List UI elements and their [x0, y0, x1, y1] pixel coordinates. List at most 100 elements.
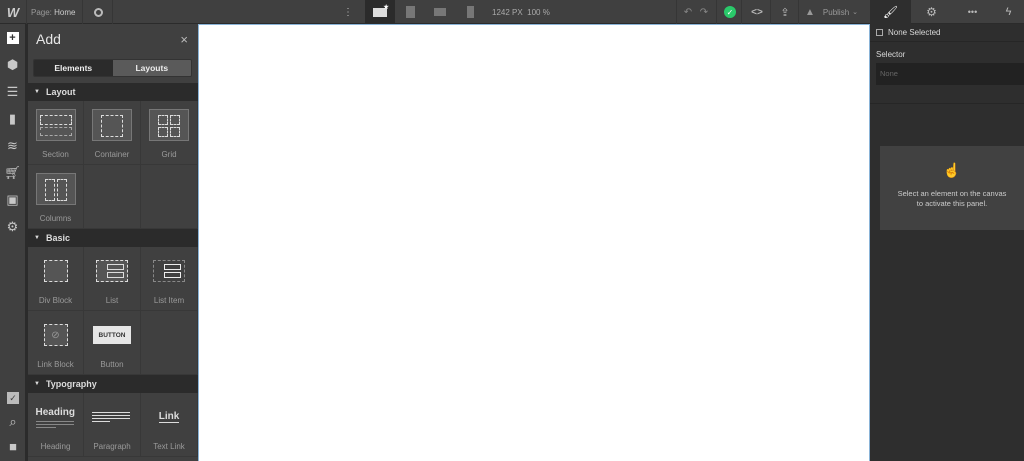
element-label: List: [105, 296, 119, 305]
cms-icon[interactable]: ≋: [0, 132, 25, 159]
element-heading[interactable]: Heading Heading: [28, 393, 84, 457]
tab-layouts[interactable]: Layouts: [112, 60, 191, 76]
div-block-icon: [36, 255, 76, 287]
element-text-link[interactable]: Link Text Link: [141, 393, 198, 457]
search-icon[interactable]: ⌕: [0, 410, 26, 434]
element-label: Button: [100, 360, 124, 369]
panel-title: Add: [36, 31, 61, 47]
empty-cell: [141, 165, 198, 229]
element-label: Paragraph: [93, 442, 131, 451]
preview-icon[interactable]: [88, 0, 108, 24]
element-label: Link Block: [37, 360, 74, 369]
webflow-logo[interactable]: W: [0, 0, 26, 24]
design-canvas[interactable]: [198, 24, 870, 461]
publish-label: Publish: [822, 7, 850, 17]
section-header-typography[interactable]: ▼ Typography: [28, 375, 198, 393]
element-div-block[interactable]: Div Block: [28, 247, 84, 311]
tab-interactions[interactable]: ϟ: [993, 0, 1024, 24]
rocket-icon: ▲: [805, 6, 815, 18]
canvas-width: 1242 PX: [492, 7, 523, 17]
element-label: Heading: [40, 442, 71, 451]
page-selector[interactable]: Page: Home: [31, 0, 75, 24]
element-label: Grid: [161, 150, 177, 159]
hand-pointer-icon: ☝: [943, 162, 961, 178]
link-preview: Link: [158, 411, 180, 423]
section-title: Typography: [45, 379, 97, 389]
chevron-down-icon: ⌄: [852, 9, 859, 16]
code-icon[interactable]: <>: [745, 0, 769, 24]
element-columns[interactable]: Columns: [28, 165, 84, 229]
selector-label: Selector: [876, 50, 906, 59]
ecommerce-icon[interactable]: 🛒︎: [0, 159, 25, 186]
empty-message-2: to activate this panel.: [916, 199, 988, 208]
container-icon: [92, 109, 132, 141]
empty-cell: [84, 165, 141, 229]
element-grid[interactable]: Grid: [141, 101, 198, 165]
pages-icon[interactable]: ▮: [0, 105, 25, 132]
element-label: Section: [42, 150, 69, 159]
mobile-landscape-breakpoint-button[interactable]: [425, 0, 455, 24]
text-link-icon: Link: [149, 401, 189, 433]
checkbox-icon[interactable]: [876, 29, 883, 36]
element-label: Container: [94, 150, 130, 159]
list-item-icon: [149, 255, 189, 287]
mobile-portrait-breakpoint-button[interactable]: [455, 0, 485, 24]
gear-icon: ⚙: [926, 5, 937, 19]
add-panel: Add × Elements Layouts ▼ Layout Section C…: [28, 24, 198, 461]
navigator-icon[interactable]: ☰: [0, 78, 25, 105]
page-name: Home: [54, 7, 76, 17]
list-icon: [92, 255, 132, 287]
publish-button[interactable]: ▲ Publish ⌄: [805, 0, 858, 24]
tab-style[interactable]: 🖌: [870, 0, 911, 24]
element-container[interactable]: Container: [84, 101, 141, 165]
heading-icon: Heading: [35, 401, 76, 433]
button-preview: BUTTON: [93, 326, 131, 344]
element-label: List Item: [153, 296, 185, 305]
element-paragraph[interactable]: Paragraph: [84, 393, 141, 457]
add-icon[interactable]: +: [0, 24, 25, 51]
element-button[interactable]: BUTTON Button: [84, 311, 141, 375]
tablet-breakpoint-button[interactable]: [395, 0, 425, 24]
brush-icon: 🖌: [882, 5, 899, 19]
section-title: Layout: [45, 87, 76, 97]
video-icon[interactable]: ■: [0, 434, 26, 458]
export-icon[interactable]: ⇪: [774, 0, 796, 24]
empty-cell: [141, 311, 198, 375]
element-section[interactable]: Section: [28, 101, 84, 165]
status-check-icon[interactable]: ✓: [720, 0, 740, 24]
none-selected-label: None Selected: [888, 28, 941, 37]
element-list-item[interactable]: List Item: [141, 247, 198, 311]
grid-icon: [149, 109, 189, 141]
element-link-block[interactable]: ⊘ Link Block: [28, 311, 84, 375]
style-panel: None Selected Selector None ☝ Select an …: [870, 24, 1024, 461]
tab-settings[interactable]: ⚙: [911, 0, 952, 24]
button-icon: BUTTON: [92, 319, 132, 351]
section-header-basic[interactable]: ▼ Basic: [28, 229, 198, 247]
assets-icon[interactable]: ▣: [0, 186, 25, 213]
top-bar: W Page: Home ⋮ ★ 1242 PX 100 % ↶ ↷ ✓ <> …: [0, 0, 1024, 24]
page-label: Page:: [31, 7, 52, 17]
element-label: Text Link: [153, 442, 185, 451]
section-title: Basic: [45, 233, 70, 243]
link-block-icon: ⊘: [36, 319, 76, 351]
tab-interactions-manager[interactable]: •••: [952, 0, 993, 24]
desktop-breakpoint-button[interactable]: ★: [365, 0, 395, 24]
element-label: Columns: [39, 214, 72, 223]
components-icon[interactable]: ⬢: [0, 51, 25, 78]
more-icon[interactable]: ⋮: [340, 0, 356, 24]
canvas-zoom: 100 %: [527, 7, 550, 17]
section-header-layout[interactable]: ▼ Layout: [28, 83, 198, 101]
heading-preview: Heading: [35, 406, 75, 418]
tab-elements[interactable]: Elements: [34, 60, 113, 76]
drops-icon: •••: [967, 7, 978, 17]
selector-input[interactable]: None: [876, 63, 1024, 85]
empty-state-box: ☝ Select an element on the canvas to act…: [880, 146, 1024, 230]
close-icon[interactable]: ×: [180, 32, 188, 47]
paragraph-icon: [92, 401, 132, 433]
undo-icon[interactable]: ↶: [682, 0, 694, 24]
canvas-size: 1242 PX 100 %: [492, 0, 550, 24]
settings-icon[interactable]: ⚙: [0, 213, 25, 240]
redo-icon[interactable]: ↷: [698, 0, 710, 24]
element-list[interactable]: List: [84, 247, 141, 311]
tasks-icon[interactable]: ✓: [0, 386, 26, 410]
